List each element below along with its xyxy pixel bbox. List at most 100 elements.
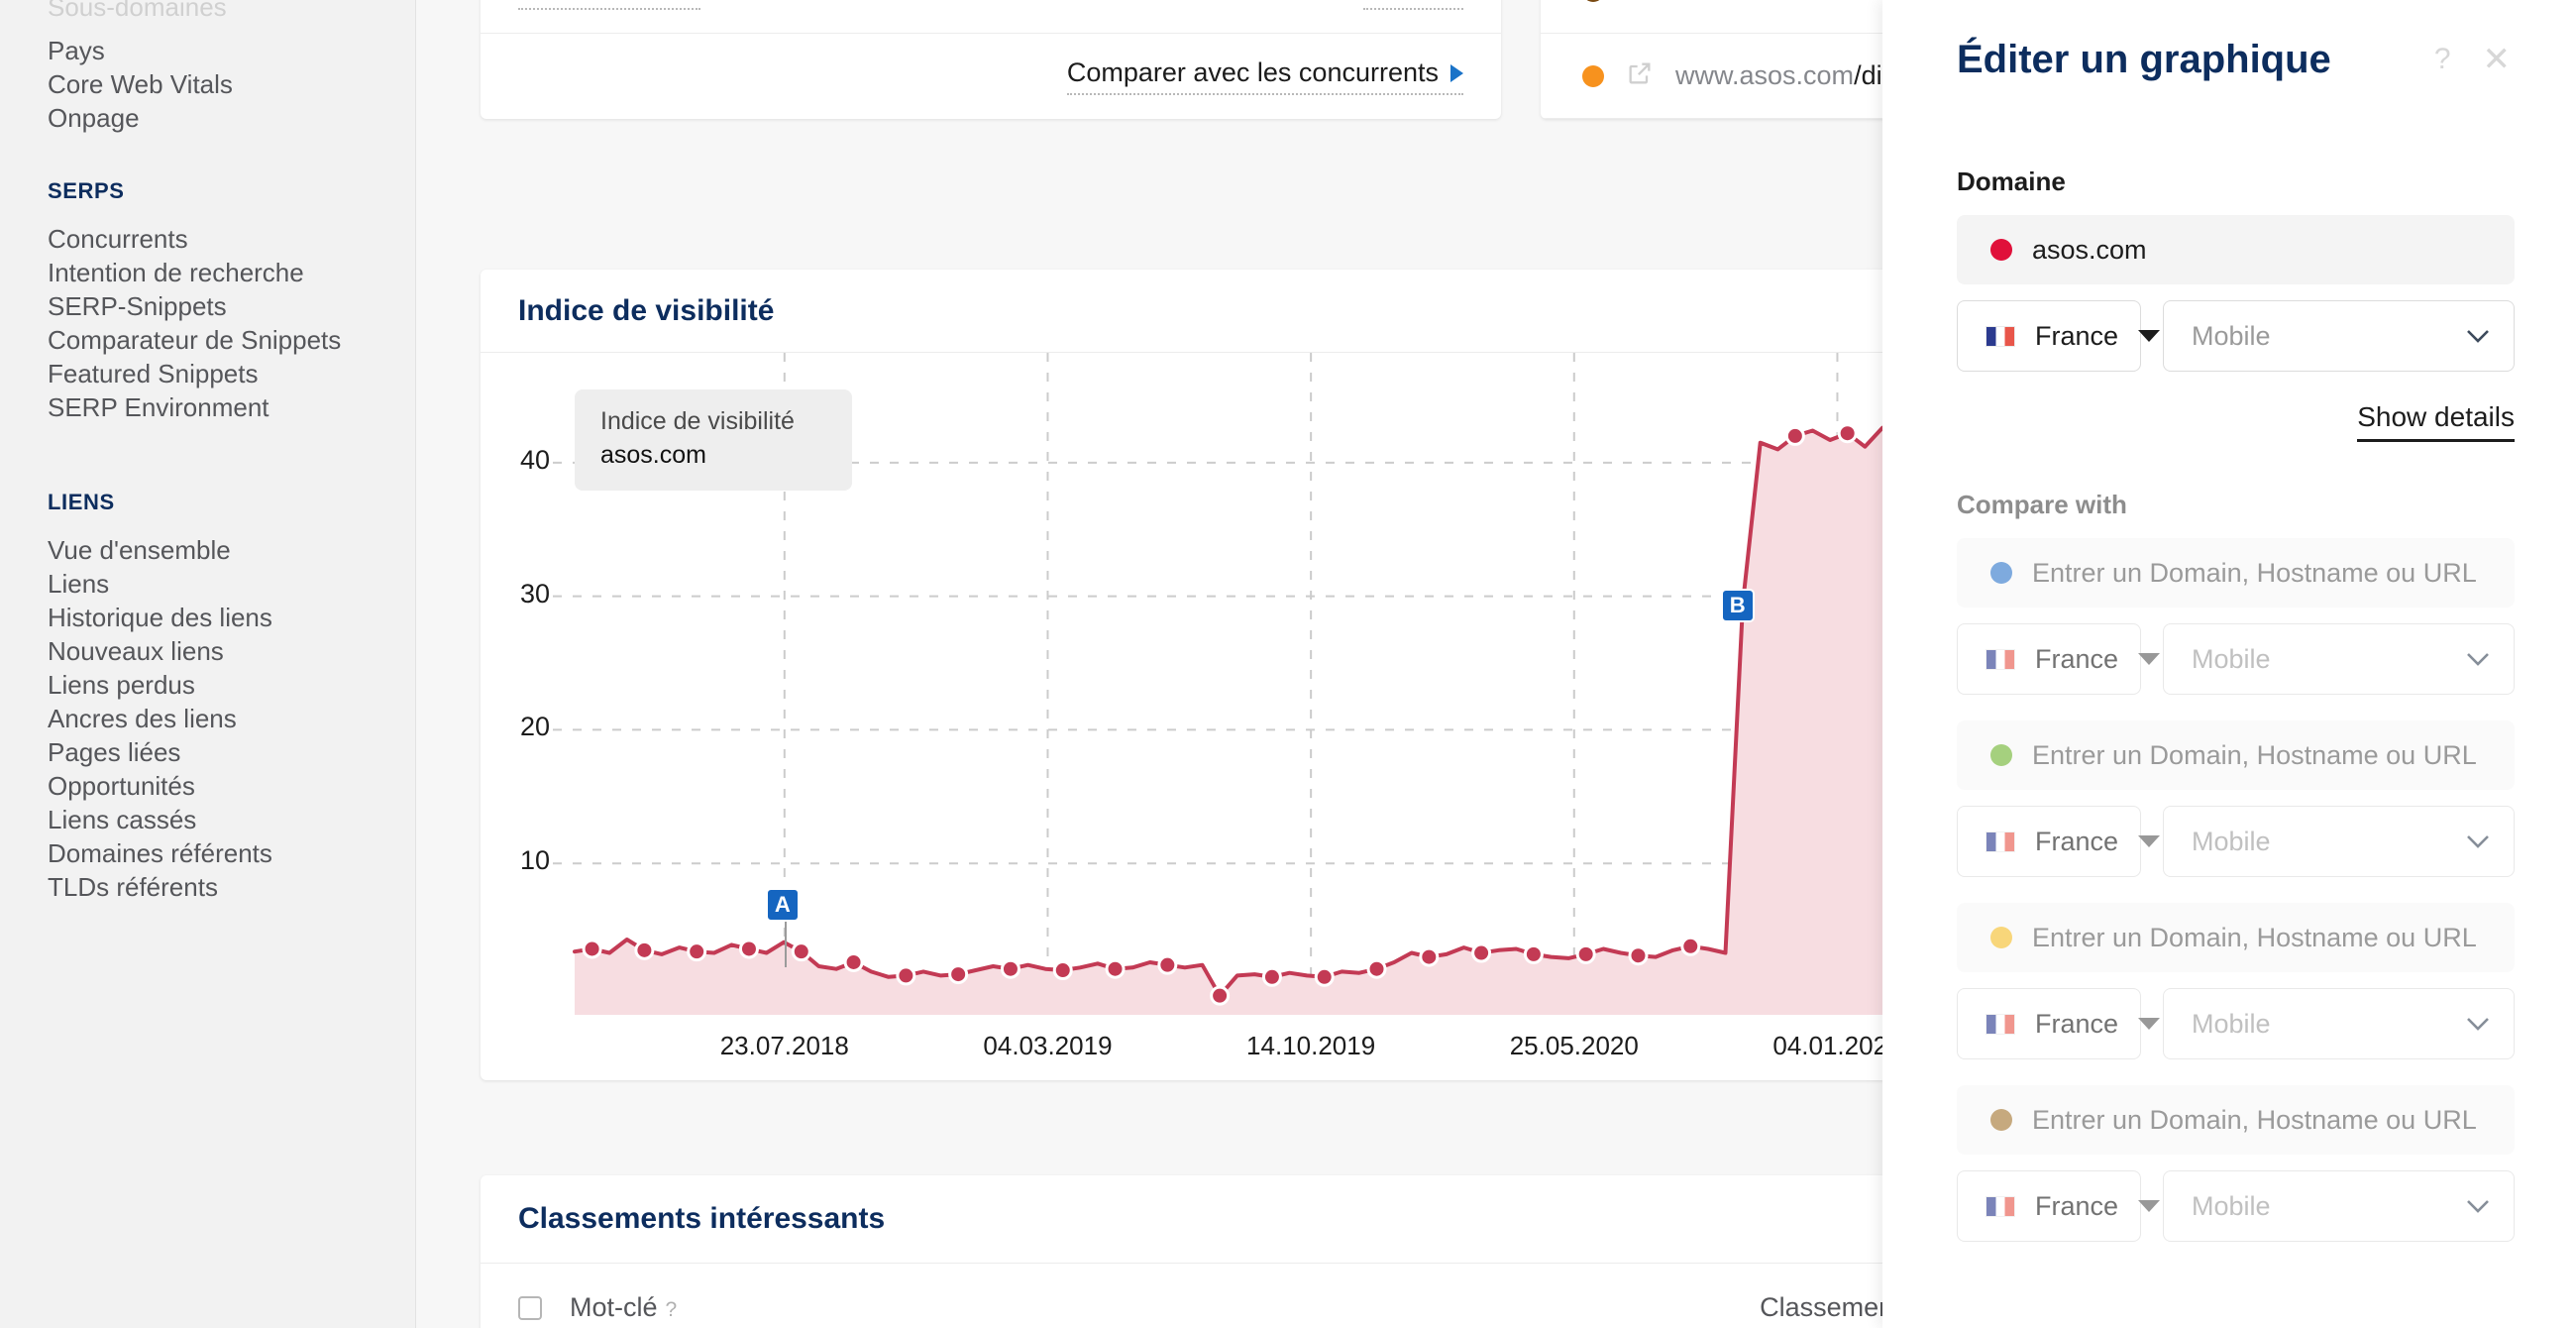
sidebar-item-nouveaux-liens[interactable]: Nouveaux liens [0,634,415,668]
sidebar-item-tlds-referents[interactable]: TLDs référents [0,870,415,904]
sidebar-item-onpage[interactable]: Onpage [0,101,415,135]
sidebar-item-liens-perdus[interactable]: Liens perdus [0,668,415,702]
compare-device-select-3[interactable]: Mobile [2163,988,2515,1059]
chevron-down-icon [2467,1018,2489,1031]
page-title: Indice de visibilité [518,293,775,327]
show-details-link[interactable]: Show details [2357,401,2515,442]
domain-input[interactable]: asos.com [1957,215,2515,284]
y-axis-tick: 40 [519,444,550,475]
device-select-value: Mobile [2192,1008,2271,1039]
caret-down-icon [2138,653,2161,665]
sidebar-item-pages-liees[interactable]: Pages liées [0,735,415,769]
sidebar-item-historique-des-liens[interactable]: Historique des liens [0,601,415,634]
compare-section-label: Compare with [1957,490,2127,519]
sidebar: Sous-domaines Pays Core Web Vitals Onpag… [0,0,416,1328]
column-header-keyword[interactable]: Mot-clé ? [570,1292,677,1323]
modal-header: Éditer un graphique ? ✕ [1882,0,2576,119]
caret-down-icon [2138,835,2161,847]
event-marker-a[interactable]: A [765,888,800,922]
url-count-card: Nombre d'URL 174.433 Comparer avec les c… [481,0,1501,119]
chevron-down-icon [2467,653,2489,666]
help-icon[interactable]: ? [666,1298,678,1322]
compare-select-row-3: France Mobile [1957,988,2515,1059]
section-title: Classements intéressants [518,1202,886,1235]
sidebar-item-domaines-referents[interactable]: Domaines référents [0,836,415,870]
country-select-value: France [2035,1190,2119,1221]
compare-with-competitors-link[interactable]: Comparer avec les concurrents [1066,57,1463,95]
modal-body: Domaine asos.com France Mobile Show deta… [1882,166,2576,1242]
compare-link-label: Comparer avec les concurrents [1066,57,1439,87]
sidebar-item-liens[interactable]: Liens [0,567,415,601]
sidebar-item-serp-environment[interactable]: SERP Environment [0,390,415,424]
sidebar-item-ancres-des-liens[interactable]: Ancres des liens [0,702,415,735]
url-count-label: Nombre d'URL [518,0,701,10]
sidebar-item-sous-domaines[interactable]: Sous-domaines [0,0,415,26]
select-all-checkbox[interactable] [518,1295,542,1320]
series-color-dot [1582,0,1604,2]
compare-domain-input-1[interactable]: Entrer un Domain, Hostname ou URL [1957,538,2515,608]
caret-down-icon [2138,330,2161,342]
compare-device-select-1[interactable]: Mobile [2163,623,2515,695]
sidebar-item-vue-densemble[interactable]: Vue d'ensemble [0,533,415,567]
compare-domain-placeholder: Entrer un Domain, Hostname ou URL [2032,1104,2477,1135]
close-icon[interactable]: ✕ [2483,43,2512,76]
sidebar-item-liens-casses[interactable]: Liens cassés [0,803,415,836]
sidebar-item-comparateur-de-snippets[interactable]: Comparateur de Snippets [0,323,415,357]
app-root: Sous-domaines Pays Core Web Vitals Onpag… [0,0,2576,1328]
compare-device-select-4[interactable]: Mobile [2163,1170,2515,1242]
question-mark-icon[interactable]: ? [2434,43,2451,76]
sidebar-item-serp-snippets[interactable]: SERP-Snippets [0,289,415,323]
caret-down-icon [2138,1200,2161,1212]
caret-down-icon [2138,1018,2161,1030]
sidebar-section-liens: LIENS [48,490,115,514]
y-axis-tick: 20 [519,712,550,742]
compare-domain-placeholder: Entrer un Domain, Hostname ou URL [2032,557,2477,588]
series-color-dot [1990,562,2012,584]
country-select[interactable]: France [1957,300,2161,372]
compare-domain-input-3[interactable]: Entrer un Domain, Hostname ou URL [1957,903,2515,972]
flag-france-icon [1986,325,2015,347]
compare-device-select-2[interactable]: Mobile [2163,806,2515,877]
column-header-label: Mot-clé [570,1292,658,1322]
sidebar-item-intention-de-recherche[interactable]: Intention de recherche [0,256,415,289]
x-axis-tick: 25.05.2020 [1509,1031,1639,1060]
series-color-dot [1582,64,1604,87]
domain-select-row: France Mobile [1957,300,2515,372]
compare-select-row-1: France Mobile [1957,623,2515,695]
chevron-down-icon [2467,835,2489,848]
show-details-wrap: Show details [1957,401,2515,442]
country-select-value: France [2035,643,2119,674]
y-axis-tick: 10 [519,845,550,876]
flag-france-icon [1986,1195,2015,1217]
country-select-value: France [2035,320,2119,351]
compare-country-select-2[interactable]: France [1957,806,2161,877]
chart-tooltip: Indice de visibilité asos.com [575,389,852,491]
compare-domain-placeholder: Entrer un Domain, Hostname ou URL [2032,739,2477,770]
sidebar-item-pays[interactable]: Pays [0,34,415,67]
external-link-icon [1626,59,1654,92]
compare-country-select-4[interactable]: France [1957,1170,2161,1242]
sidebar-item-featured-snippets[interactable]: Featured Snippets [0,357,415,390]
country-select-value: France [2035,826,2119,856]
sidebar-item-opportunites[interactable]: Opportunités [0,769,415,803]
domain-value: asos.com [2032,234,2147,265]
x-axis-tick: 23.07.2018 [719,1031,849,1060]
device-select[interactable]: Mobile [2163,300,2515,372]
series-color-dot [1990,927,2012,948]
compare-country-select-3[interactable]: France [1957,988,2161,1059]
edit-chart-modal: Éditer un graphique ? ✕ Domaine asos.com… [1882,0,2576,1328]
compare-domain-input-4[interactable]: Entrer un Domain, Hostname ou URL [1957,1085,2515,1155]
series-color-dot [1990,239,2012,261]
x-axis-tick: 14.10.2019 [1246,1031,1376,1060]
sidebar-item-concurrents[interactable]: Concurrents [0,222,415,256]
event-marker-b[interactable]: B [1720,589,1755,622]
sidebar-item-core-web-vitals[interactable]: Core Web Vitals [0,67,415,101]
device-select-value: Mobile [2192,1190,2271,1221]
compare-domain-placeholder: Entrer un Domain, Hostname ou URL [2032,922,2477,952]
url-host: www.asos.com [1675,0,1854,5]
compare-domain-input-2[interactable]: Entrer un Domain, Hostname ou URL [1957,720,2515,790]
country-select-value: France [2035,1008,2119,1039]
compare-select-row-2: France Mobile [1957,806,2515,877]
sidebar-section-serps: SERPS [48,178,125,203]
compare-country-select-1[interactable]: France [1957,623,2161,695]
